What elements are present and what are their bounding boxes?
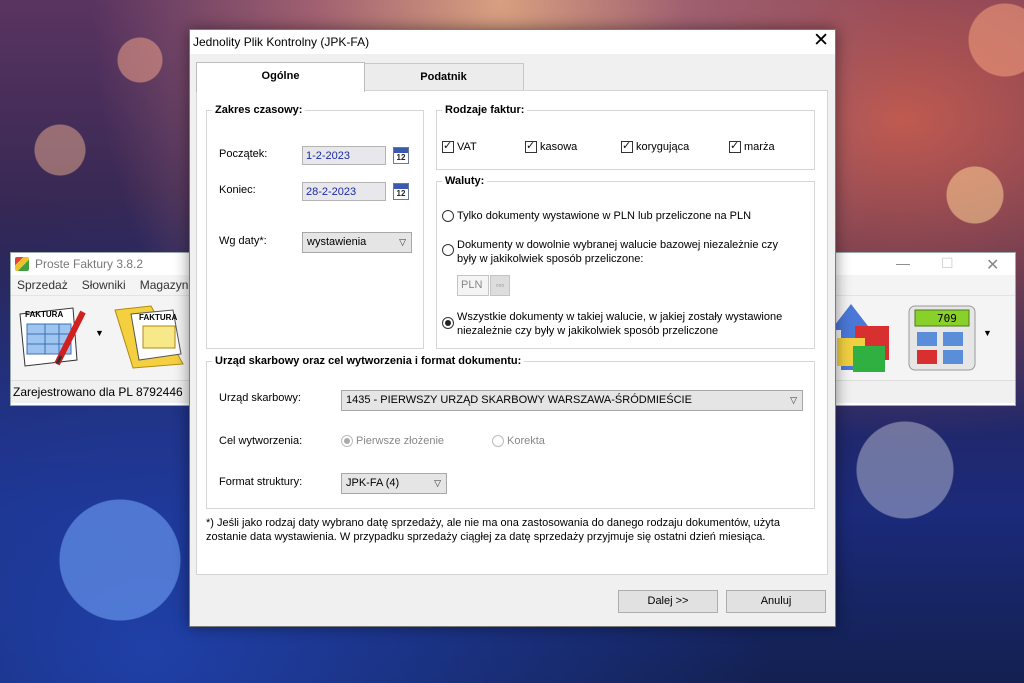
tab-ogolne[interactable]: Ogólne: [196, 62, 365, 92]
chevron-down-icon: ▽: [434, 478, 441, 488]
inventory-button[interactable]: [831, 304, 893, 374]
vat-label: VAT: [457, 141, 477, 153]
calendar-icon[interactable]: 12: [393, 147, 409, 164]
marza-checkbox[interactable]: [729, 139, 741, 153]
format-value: JPK-FA (4): [346, 477, 400, 489]
dialog-titlebar: Jednolity Plik Kontrolny (JPK-FA) ✕: [190, 30, 835, 54]
office-label: Urząd skarbowy:: [219, 392, 301, 404]
waluty-pln-radio[interactable]: [442, 210, 454, 222]
chevron-down-icon[interactable]: ▼: [95, 328, 104, 338]
cel-first-label: Pierwsze złożenie: [356, 435, 445, 447]
menu-item-sprzedaz[interactable]: Sprzedaż: [17, 278, 68, 292]
urzad-legend: Urząd skarbowy oraz cel wytworzenia i fo…: [215, 355, 522, 367]
app-title: Proste Faktury 3.8.2: [35, 257, 144, 271]
korygujaca-label: korygująca: [636, 141, 690, 153]
zakres-legend: Zakres czasowy:: [215, 104, 303, 116]
end-label: Koniec:: [219, 184, 256, 196]
invoice-folder-label: FAKTURA: [139, 313, 178, 322]
waluty-option1-label: Tylko dokumenty wystawione w PLN lub prz…: [457, 210, 752, 222]
dialog-title: Jednolity Plik Kontrolny (JPK-FA): [193, 35, 370, 49]
inventory-blocks-icon: [831, 304, 889, 372]
tax-office-value: 1435 - PIERWSZY URZĄD SKARBOWY WARSZAWA-…: [346, 394, 692, 406]
close-icon[interactable]: ✕: [813, 31, 829, 51]
waluty-group: Waluty: Tylko dokumenty wystawione w PLN…: [436, 175, 815, 349]
jpk-dialog: Jednolity Plik Kontrolny (JPK-FA) ✕ Ogól…: [189, 29, 836, 627]
calculator-display: 709: [937, 312, 957, 325]
calculator-button[interactable]: 709: [907, 304, 977, 372]
close-icon[interactable]: ✕: [986, 255, 999, 275]
marza-label: marża: [744, 141, 775, 153]
new-invoice-button[interactable]: FAKTURA: [17, 304, 86, 368]
start-label: Początek:: [219, 148, 268, 160]
cancel-button[interactable]: Anuluj: [726, 590, 826, 613]
menu-item-slowniki[interactable]: Słowniki: [82, 278, 126, 292]
chevron-down-icon: ▽: [399, 237, 406, 247]
waluty-option2-line2: były w jakikolwiek sposób przeliczone:: [457, 253, 644, 265]
footnote-line2: zostanie data wystawienia. W przypadku s…: [206, 531, 766, 543]
cel-correction-label: Korekta: [507, 435, 545, 447]
end-date-input[interactable]: 28-2-2023: [302, 182, 386, 201]
calendar-glyph: 12: [396, 153, 406, 162]
urzad-group: Urząd skarbowy oraz cel wytworzenia i fo…: [206, 355, 815, 509]
date-type-select[interactable]: wystawienia ▽: [302, 232, 412, 253]
rodzaje-group: Rodzaje faktur: VAT kasowa korygująca ma…: [436, 104, 815, 170]
waluty-option3-line1: Wszystkie dokumenty w takiej walucie, w …: [457, 311, 783, 323]
date-type-value: wystawienia: [307, 236, 367, 248]
maximize-icon[interactable]: ☐: [941, 255, 954, 272]
footnote-line1: *) Jeśli jako rodzaj daty wybrano datę s…: [206, 517, 780, 529]
waluty-all-radio[interactable]: [442, 317, 454, 329]
invoice-folder-button[interactable]: FAKTURA: [111, 304, 185, 370]
menu-item-magazyn[interactable]: Magazyn: [140, 278, 189, 292]
cel-label: Cel wytworzenia:: [219, 435, 303, 447]
tab-podatnik[interactable]: Podatnik: [363, 63, 524, 91]
wgdaty-label: Wg daty*:: [219, 235, 267, 247]
registration-text: Zarejestrowano dla PL 8792446: [13, 385, 183, 399]
start-date-input[interactable]: 1-2-2023: [302, 146, 386, 165]
tab-panel: Zakres czasowy: Początek: 1-2-2023 12 Ko…: [196, 90, 828, 575]
waluty-option3-line2: niezależnie czy były w jakikolwiek sposó…: [457, 325, 719, 337]
cel-correction-radio[interactable]: [492, 435, 504, 447]
invoice-label: FAKTURA: [25, 310, 64, 319]
waluty-base-radio[interactable]: [442, 244, 454, 256]
waluty-legend: Waluty:: [445, 175, 485, 187]
format-select[interactable]: JPK-FA (4) ▽: [341, 473, 447, 494]
calendar-glyph: 12: [396, 189, 406, 198]
vat-checkbox[interactable]: [442, 139, 454, 153]
minimize-icon[interactable]: —: [896, 255, 910, 271]
currency-input[interactable]: PLN: [457, 275, 489, 296]
chevron-down-icon: ▽: [790, 395, 797, 405]
tax-office-select[interactable]: 1435 - PIERWSZY URZĄD SKARBOWY WARSZAWA-…: [341, 390, 803, 411]
rodzaje-legend: Rodzaje faktur:: [445, 104, 525, 116]
zakres-group: Zakres czasowy: Początek: 1-2-2023 12 Ko…: [206, 104, 424, 349]
waluty-option2-line1: Dokumenty w dowolnie wybranej walucie ba…: [457, 239, 778, 251]
kasowa-label: kasowa: [540, 141, 578, 153]
calendar-icon[interactable]: 12: [393, 183, 409, 200]
app-logo-icon: [15, 257, 29, 271]
kasowa-checkbox[interactable]: [525, 139, 537, 153]
cel-first-radio[interactable]: [341, 435, 353, 447]
chevron-down-icon[interactable]: ▼: [983, 328, 992, 338]
currency-picker-button[interactable]: ▫▫▫: [490, 275, 510, 296]
format-label: Format struktury:: [219, 476, 303, 488]
korygujaca-checkbox[interactable]: [621, 139, 633, 153]
next-button[interactable]: Dalej >>: [618, 590, 718, 613]
